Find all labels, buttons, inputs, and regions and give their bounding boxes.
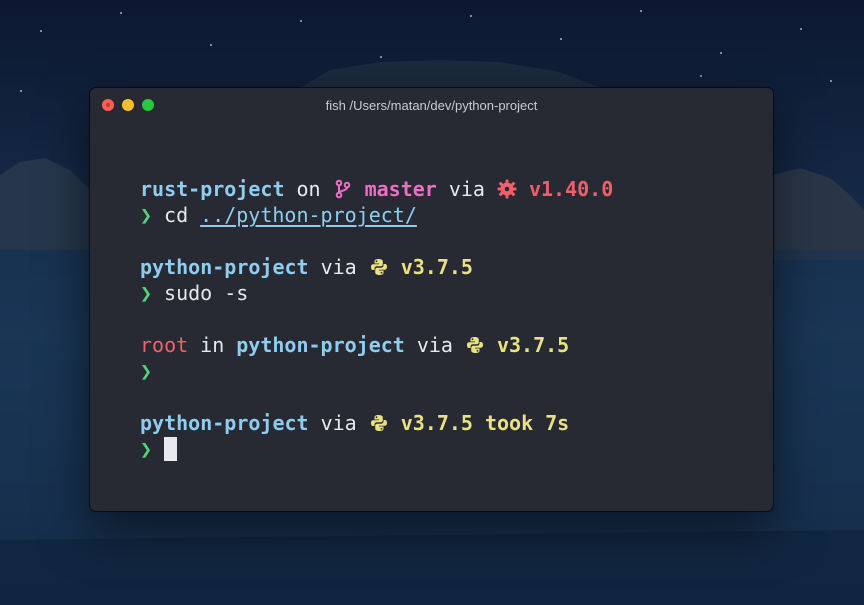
directory-name: python-project (140, 411, 309, 435)
close-button[interactable] (102, 99, 114, 111)
via-text: via (320, 411, 357, 435)
prompt-line-python: python-project via v3.7.5 (140, 254, 613, 280)
command-line-cd: ❯ cd ../python-project/ (140, 202, 613, 228)
python-version: v3.7.5 (496, 333, 570, 357)
command-name: cd (164, 203, 189, 227)
command-duration: 7s (545, 411, 570, 435)
command-line-empty: ❯ (140, 358, 613, 384)
directory-name: python-project (140, 255, 309, 279)
on-text: on (296, 177, 321, 201)
command-line-sudo: ❯ sudo -s (140, 280, 613, 306)
text-cursor[interactable] (164, 437, 178, 461)
python-icon (369, 413, 389, 433)
active-prompt-line[interactable]: ❯ (140, 436, 613, 462)
python-version: v3.7.5 (400, 255, 473, 279)
command-name: sudo (164, 281, 213, 305)
root-user: root (140, 333, 189, 357)
terminal-output[interactable]: rust-project on master via v1.40.0 ❯ cd … (140, 176, 613, 462)
command-flag: -s (224, 281, 249, 305)
python-icon (465, 335, 485, 355)
via-text: via (320, 255, 357, 279)
prompt-symbol: ❯ (140, 281, 153, 305)
prompt-symbol: ❯ (140, 437, 153, 461)
prompt-line-python-took: python-project via v3.7.5 took 7s (140, 410, 613, 436)
rust-version: v1.40.0 (528, 177, 614, 201)
prompt-symbol: ❯ (140, 359, 153, 383)
directory-name: rust-project (140, 177, 285, 201)
git-branch-icon (333, 179, 353, 199)
directory-name: python-project (236, 333, 405, 357)
prompt-line-rust: rust-project on master via v1.40.0 (140, 176, 613, 202)
python-version: v3.7.5 (400, 411, 473, 435)
in-text: in (200, 333, 225, 357)
title-bar[interactable]: fish /Users/matan/dev/python-project (90, 88, 773, 122)
window-controls (102, 99, 154, 111)
prompt-line-root: root in python-project via v3.7.5 (140, 332, 613, 358)
took-text: took (484, 411, 534, 435)
rust-gear-icon (497, 179, 517, 199)
prompt-symbol: ❯ (140, 203, 153, 227)
terminal-window[interactable]: fish /Users/matan/dev/python-project rus… (90, 88, 773, 511)
git-branch-name: master (364, 177, 437, 201)
via-text: via (448, 177, 485, 201)
path-argument[interactable]: ../python-project/ (200, 202, 417, 228)
via-text: via (416, 333, 453, 357)
python-icon (369, 257, 389, 277)
window-title: fish /Users/matan/dev/python-project (325, 97, 538, 113)
maximize-button[interactable] (142, 99, 154, 111)
minimize-button[interactable] (122, 99, 134, 111)
